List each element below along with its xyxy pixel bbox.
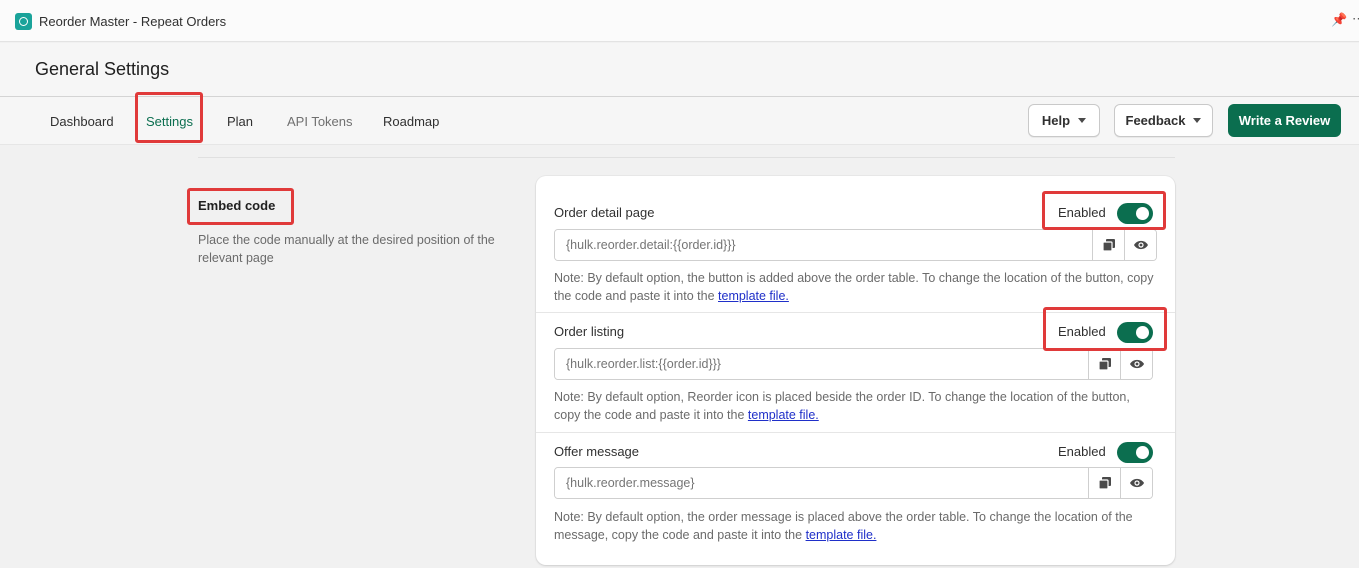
order-listing-status: Enabled [1058,324,1106,339]
page-header: General Settings [0,43,1359,97]
eye-icon[interactable] [1120,349,1152,379]
order-listing-note-text: Note: By default option, Reorder icon is… [554,390,1130,422]
order-listing-label: Order listing [554,324,625,339]
offer-message-code-input[interactable] [555,468,1088,498]
tab-plan[interactable]: Plan [227,114,253,129]
pin-icon[interactable]: 📌 [1331,12,1347,28]
feedback-button[interactable]: Feedback [1114,104,1213,137]
row-divider [536,432,1175,433]
more-icon[interactable]: ⋯ [1352,11,1359,27]
tab-api-tokens[interactable]: API Tokens [287,114,353,129]
copy-icon[interactable] [1088,349,1120,379]
embed-code-card: Order detail page Enabled Note: By defau… [536,176,1175,565]
order-listing-note: Note: By default option, Reorder icon is… [554,388,1154,424]
help-button-label: Help [1041,113,1071,128]
app-topbar: Reorder Master - Repeat Orders 📌 ⋯ [0,0,1359,42]
order-detail-status: Enabled [1058,205,1106,220]
copy-icon[interactable] [1088,468,1120,498]
app-logo-icon [15,13,32,30]
order-listing-code-group [554,348,1153,380]
template-file-link[interactable]: template file. [718,289,789,303]
order-listing-code-input[interactable] [555,349,1088,379]
tab-settings[interactable]: Settings [146,114,193,129]
template-file-link[interactable]: template file. [748,408,819,422]
order-detail-note-text: Note: By default option, the button is a… [554,271,1154,303]
offer-message-label: Offer message [554,444,640,459]
order-listing-toggle[interactable] [1117,322,1153,343]
divider [198,157,1175,158]
order-detail-code-group [554,229,1157,261]
help-button[interactable]: Help [1028,104,1100,137]
section-title: Embed code [198,198,276,213]
offer-message-status: Enabled [1058,444,1106,459]
feedback-button-label: Feedback [1125,113,1186,128]
order-detail-toggle[interactable] [1117,203,1153,224]
offer-message-toggle[interactable] [1117,442,1153,463]
active-tab-indicator [145,140,192,142]
page-title: General Settings [35,59,170,79]
eye-icon[interactable] [1120,468,1152,498]
tab-roadmap[interactable]: Roadmap [383,114,439,129]
order-detail-note: Note: By default option, the button is a… [554,269,1154,305]
row-divider [536,312,1175,313]
offer-message-note: Note: By default option, the order messa… [554,508,1154,544]
eye-icon[interactable] [1124,230,1156,260]
write-review-button[interactable]: Write a Review [1228,104,1341,137]
section-description: Place the code manually at the desired p… [198,233,495,265]
order-detail-code-input[interactable] [555,230,1092,260]
app-title: Reorder Master - Repeat Orders [39,14,227,29]
copy-icon[interactable] [1092,230,1124,260]
chevron-down-icon [1193,118,1202,123]
template-file-link[interactable]: template file. [806,528,877,542]
chevron-down-icon [1078,118,1087,123]
tab-dashboard[interactable]: Dashboard [50,114,114,129]
order-detail-label: Order detail page [554,205,655,220]
offer-message-code-group [554,467,1153,499]
